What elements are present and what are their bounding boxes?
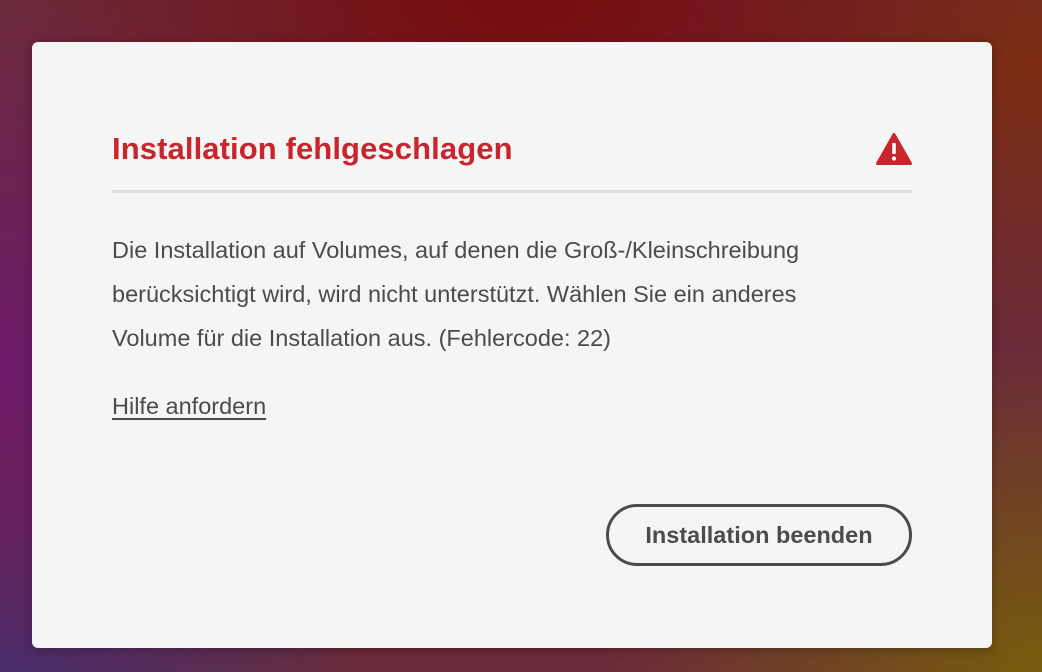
quit-installation-button[interactable]: Installation beenden	[606, 504, 912, 566]
error-message-line: Volume für die Installation aus. (Fehler…	[112, 325, 611, 351]
dialog-title: Installation fehlgeschlagen	[112, 131, 513, 166]
error-message: Die Installation auf Volumes, auf denen …	[112, 228, 912, 360]
header-divider	[112, 190, 912, 193]
alert-triangle-icon	[876, 133, 912, 165]
error-message-line: Die Installation auf Volumes, auf denen …	[112, 237, 800, 263]
error-dialog: Installation fehlgeschlagen Die Installa…	[32, 42, 992, 648]
help-link[interactable]: Hilfe anfordern	[112, 393, 266, 420]
error-message-line: berücksichtigt wird, wird nicht unterstü…	[112, 281, 797, 307]
dialog-header: Installation fehlgeschlagen	[112, 124, 912, 174]
